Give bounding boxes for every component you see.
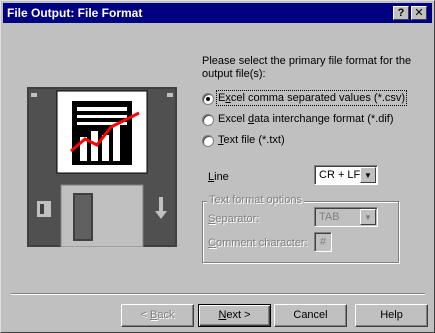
radio-dif-label[interactable]: Excel data interchange format (*.dif) [218, 113, 394, 125]
back-button[interactable]: < Back [121, 304, 194, 327]
radio-csv-label[interactable]: Excel comma separated values (*.csv) [215, 90, 408, 106]
radio-txt[interactable] [202, 135, 214, 147]
chevron-down-icon[interactable]: ▼ [360, 209, 376, 225]
comment-char-label: Comment character: [208, 237, 308, 249]
comment-char-label-rest: omment character: [215, 237, 308, 249]
comment-char-input[interactable]: # [314, 232, 332, 252]
radio-dif-text-b: ata interchange format (*.dif) [254, 113, 394, 125]
separator-value: TAB [319, 211, 340, 223]
next-button-rest: ext > [226, 309, 251, 321]
prompt-line-1: Please select the primary file format fo… [202, 55, 412, 67]
radio-txt-label[interactable]: Text file (*.txt) [218, 134, 285, 146]
comment-char-value: # [320, 236, 327, 248]
radio-dif[interactable] [202, 114, 214, 126]
separator-select[interactable]: TAB ▼ [314, 207, 378, 227]
floppy-disk-chart-icon [27, 87, 177, 250]
back-button-prefix: < [140, 309, 150, 321]
separator-label-rest: eparator: [215, 213, 260, 225]
back-button-rest: ack [157, 309, 175, 321]
radio-csv[interactable] [202, 93, 214, 105]
help-button[interactable]: ? [393, 6, 409, 20]
chevron-down-icon[interactable]: ▼ [360, 167, 376, 183]
title-bar: File Output: File Format ? ✕ [3, 3, 432, 23]
cancel-button[interactable]: Cancel [274, 304, 347, 327]
radio-dif-text-a: Excel [218, 113, 248, 125]
line-label-rest: ine [214, 171, 229, 183]
file-output-dialog: File Output: File Format ? ✕ Please sele… [0, 0, 435, 333]
prompt-line-2: output file(s): [202, 68, 266, 80]
button-separator [11, 293, 425, 295]
window-title: File Output: File Format [7, 6, 143, 20]
radio-txt-text-b: ext file (*.txt) [223, 134, 285, 146]
text-format-options-title: Text format options [207, 194, 304, 206]
line-ending-value: CR + LF [319, 169, 361, 181]
comment-char-accel: C [208, 237, 216, 249]
help-dialog-button[interactable]: Help [355, 304, 428, 327]
line-ending-select[interactable]: CR + LF ▼ [314, 165, 378, 185]
radio-selected-dot [206, 97, 210, 101]
line-label: Line [208, 171, 229, 183]
radio-csv-text-b: cel comma separated values (*.csv) [230, 92, 406, 104]
separator-label: Separator: [208, 213, 259, 225]
next-button[interactable]: Next > [198, 304, 271, 327]
close-button[interactable]: ✕ [411, 6, 427, 20]
